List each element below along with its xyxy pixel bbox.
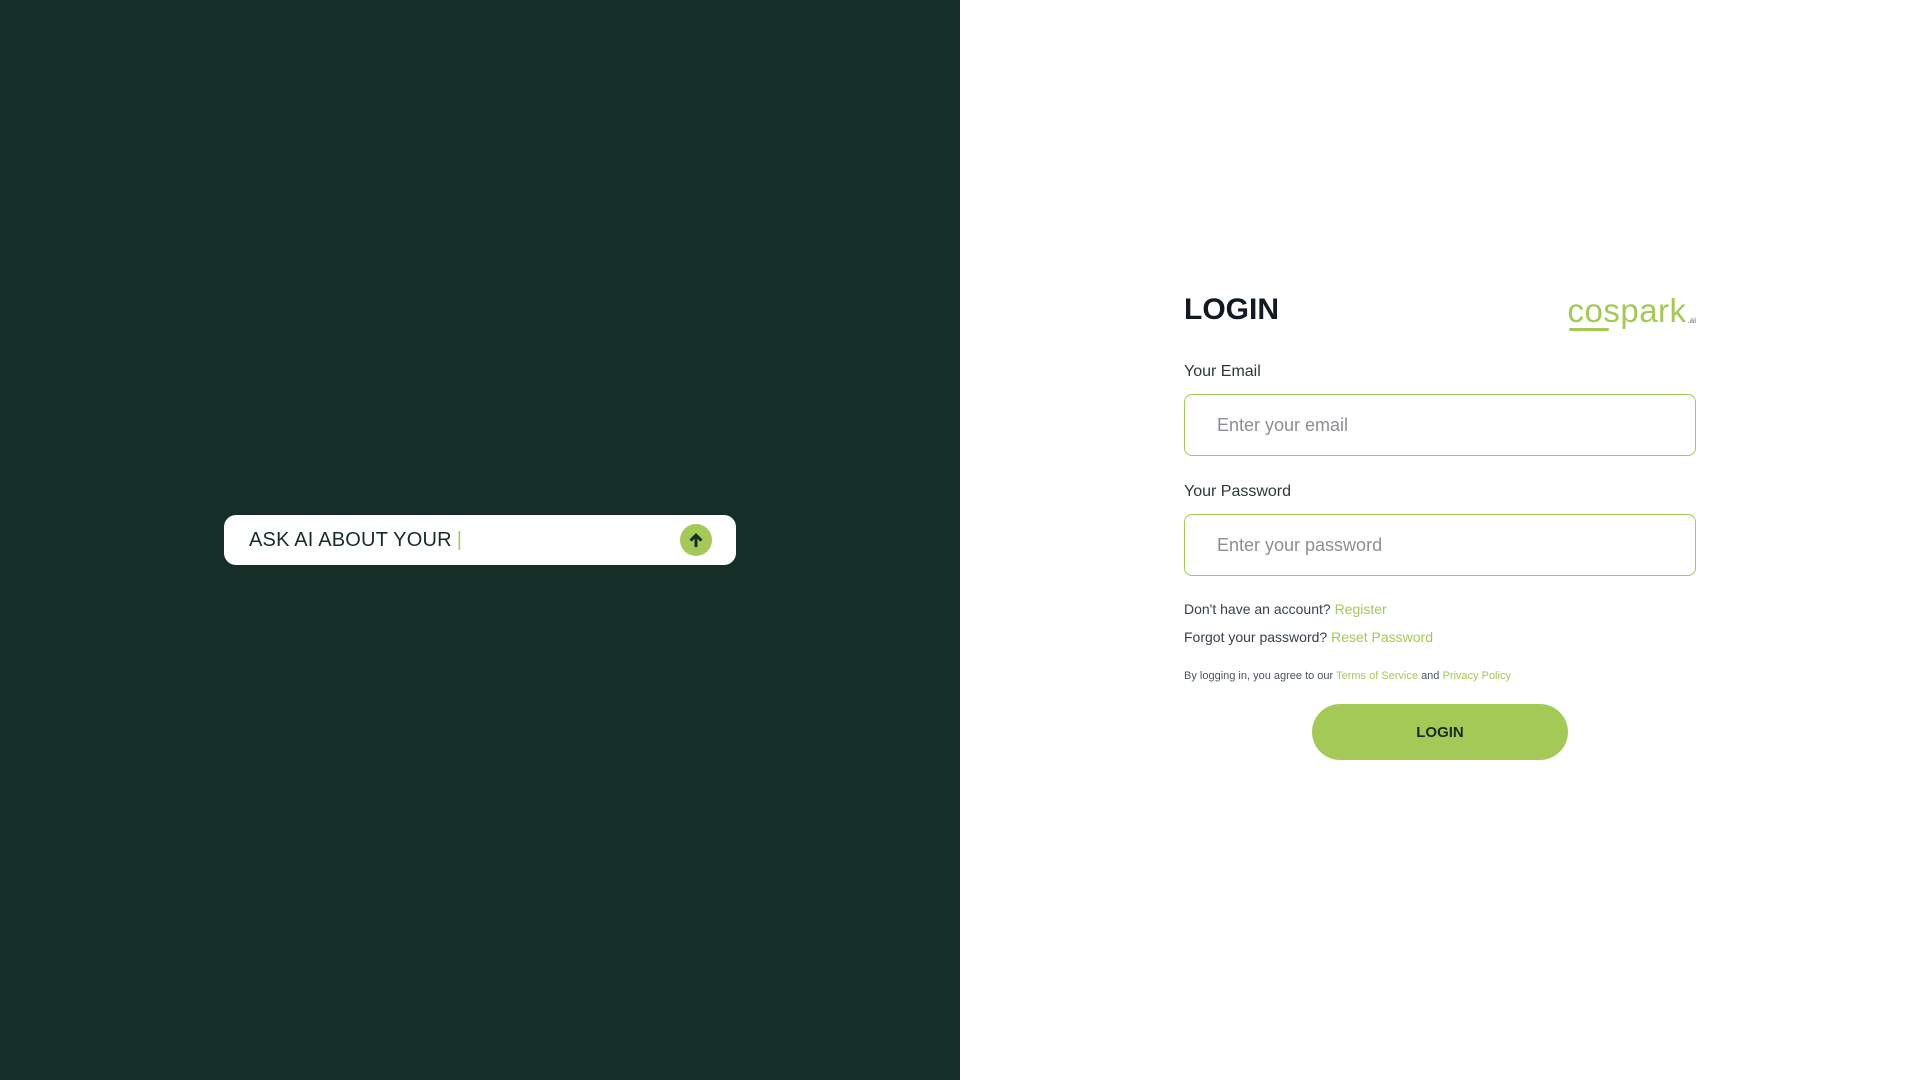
ask-ai-text: ASK AI ABOUT YOUR: [249, 528, 452, 551]
login-form: LOGIN cospark .ai Your Email Your Passwo…: [1184, 288, 1696, 760]
terms-of-service-link[interactable]: Terms of Service: [1336, 670, 1418, 682]
register-row: Don't have an account? Register: [1184, 599, 1696, 619]
arrow-up-icon: [689, 533, 703, 547]
login-button[interactable]: LOGIN: [1312, 704, 1568, 760]
ask-submit-button[interactable]: [680, 524, 712, 556]
brand-underline: [1569, 327, 1610, 331]
register-prompt: Don't have an account?: [1184, 601, 1331, 617]
login-title: LOGIN: [1184, 293, 1279, 326]
terms-prefix: By logging in, you agree to our: [1184, 670, 1334, 682]
password-label: Your Password: [1184, 483, 1292, 500]
email-label: Your Email: [1184, 363, 1261, 380]
left-panel: ASK AI ABOUT YOUR |: [0, 0, 960, 1080]
brand-name: cospark: [1567, 291, 1687, 331]
login-header: LOGIN cospark .ai: [1184, 288, 1696, 332]
email-field[interactable]: [1184, 394, 1696, 456]
privacy-policy-link[interactable]: Privacy Policy: [1442, 670, 1510, 682]
brand-logo: cospark .ai: [1567, 291, 1696, 331]
password-field[interactable]: [1184, 514, 1696, 576]
reset-prompt: Forgot your password?: [1184, 629, 1328, 645]
terms-notice: By logging in, you agree to our Terms of…: [1184, 670, 1696, 682]
brand-name-text: cospark: [1567, 291, 1687, 329]
reset-password-link[interactable]: Reset Password: [1331, 629, 1433, 645]
typing-cursor: |: [456, 528, 462, 551]
register-link[interactable]: Register: [1335, 601, 1387, 617]
reset-row: Forgot your password? Reset Password: [1184, 627, 1696, 647]
page: ASK AI ABOUT YOUR | LOGIN cospark .ai Yo…: [0, 0, 1920, 1080]
right-panel: LOGIN cospark .ai Your Email Your Passwo…: [960, 0, 1920, 1080]
ask-ai-bar[interactable]: ASK AI ABOUT YOUR |: [224, 515, 736, 565]
brand-suffix: .ai: [1687, 315, 1696, 325]
terms-conjunction: and: [1421, 670, 1440, 682]
